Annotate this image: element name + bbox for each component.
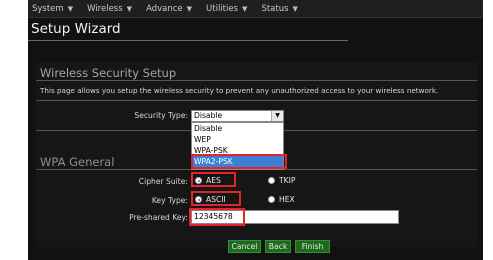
security-type-select[interactable]: Disable ▼ xyxy=(191,110,284,122)
highlight-wpa2-option xyxy=(191,154,287,169)
cancel-button[interactable]: Cancel xyxy=(228,240,261,253)
security-type-label: Security Type: xyxy=(134,111,188,120)
back-button[interactable]: Back xyxy=(265,240,291,253)
psk-label: Pre-shared Key: xyxy=(129,213,188,222)
nav-wireless-label: Wireless xyxy=(87,3,123,14)
chevron-down-icon: ▼ xyxy=(242,4,248,13)
nav-wireless[interactable]: Wireless ▼ xyxy=(87,4,132,14)
cipher-suite-label: Cipher Suite: xyxy=(138,177,188,186)
dropdown-option-wep[interactable]: WEP xyxy=(192,134,283,145)
cipher-tkip-label: TKIP xyxy=(279,176,296,185)
nav-advance[interactable]: Advance ▼ xyxy=(146,4,192,14)
key-type-label: Key Type: xyxy=(151,196,188,205)
nav-utilities[interactable]: Utilities ▼ xyxy=(206,4,247,14)
nav-system[interactable]: System ▼ xyxy=(32,4,73,14)
highlight-aes xyxy=(191,172,236,187)
dropdown-option-disable[interactable]: Disable xyxy=(192,123,283,134)
title-divider xyxy=(28,40,348,41)
nav-status-label: Status xyxy=(261,3,289,14)
chevron-down-icon: ▼ xyxy=(186,4,193,13)
cipher-tkip-option[interactable]: TKIP xyxy=(268,176,295,185)
nav-status[interactable]: Status ▼ xyxy=(261,4,297,14)
nav-utilities-label: Utilities xyxy=(206,3,239,14)
key-type-hex-option[interactable]: HEX xyxy=(268,195,295,204)
page-title: Setup Wizard xyxy=(31,21,121,37)
radio-unchecked-icon[interactable] xyxy=(268,177,275,184)
router-admin-window: System ▼ Wireless ▼ Advance ▼ Utilities ▼ St… xyxy=(28,0,483,260)
wpa-section-title: WPA General xyxy=(40,155,115,169)
nav-system-label: System xyxy=(32,3,64,14)
highlight-ascii xyxy=(191,191,241,206)
section-divider xyxy=(36,100,477,101)
security-type-value: Disable xyxy=(194,111,223,120)
nav-advance-label: Advance xyxy=(146,3,183,14)
finish-button[interactable]: Finish xyxy=(295,240,330,253)
section-divider xyxy=(36,80,477,81)
top-nav-bar: System ▼ Wireless ▼ Advance ▼ Utilities ▼ St… xyxy=(28,0,483,18)
chevron-down-icon[interactable]: ▼ xyxy=(271,111,283,121)
security-description: This page allows you setup the wireless … xyxy=(40,86,439,95)
security-section-title: Wireless Security Setup xyxy=(40,66,177,80)
radio-unchecked-icon[interactable] xyxy=(268,196,275,203)
chevron-down-icon: ▼ xyxy=(67,4,74,13)
key-type-hex-label: HEX xyxy=(279,195,295,204)
chevron-down-icon: ▼ xyxy=(126,4,133,13)
chevron-down-icon: ▼ xyxy=(292,4,298,13)
highlight-psk xyxy=(189,208,245,226)
